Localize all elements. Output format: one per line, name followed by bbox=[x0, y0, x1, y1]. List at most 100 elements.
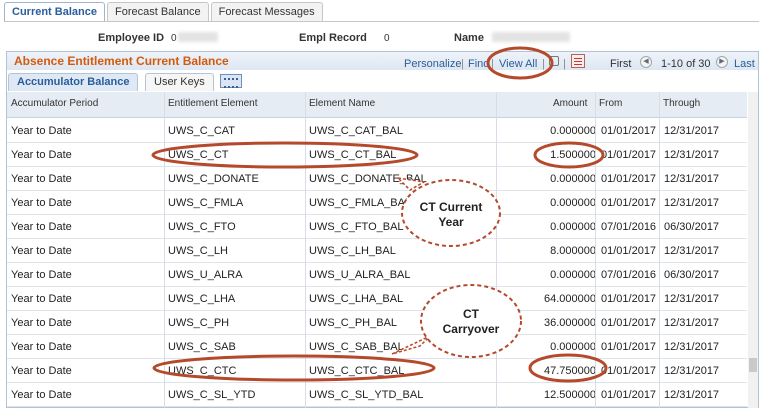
cell-entitlement: UWS_C_PH bbox=[168, 317, 230, 329]
cell-element: UWS_C_LHA_BAL bbox=[309, 293, 404, 305]
cell-element: UWS_C_FTO_BAL bbox=[309, 221, 404, 233]
table-row: Year to Date UWS_U_ALRA UWS_U_ALRA_BAL 0.00… bbox=[7, 263, 747, 287]
cell-entitlement: UWS_C_SAB bbox=[168, 341, 236, 353]
cell-amount: 12.500000 bbox=[544, 389, 596, 401]
first-label: First bbox=[610, 58, 632, 70]
cell-amount: 64.000000 bbox=[544, 293, 596, 305]
last-link[interactable]: Last bbox=[734, 58, 755, 70]
cell-through: 12/31/2017 bbox=[664, 173, 720, 185]
cell-amount: 0.000000 bbox=[550, 173, 596, 185]
cell-from: 07/01/2016 bbox=[601, 221, 657, 233]
cell-amount: 0.000000 bbox=[550, 197, 596, 209]
cell-period: Year to Date bbox=[11, 125, 72, 137]
cell-element: UWS_C_SL_YTD_BAL bbox=[309, 389, 424, 401]
redacted-name bbox=[492, 32, 570, 42]
cell-period: Year to Date bbox=[11, 317, 72, 329]
cell-period: Year to Date bbox=[11, 173, 72, 185]
nav-separator: | bbox=[461, 58, 464, 70]
cell-through: 12/31/2017 bbox=[664, 389, 720, 401]
table-row: Year to Date UWS_C_CT UWS_C_CT_BAL 1.500000… bbox=[7, 143, 747, 167]
cell-amount: 1.500000 bbox=[550, 149, 596, 161]
cell-through: 12/31/2017 bbox=[664, 197, 720, 209]
cell-amount: 36.000000 bbox=[544, 317, 596, 329]
personalize-link[interactable]: Personalize bbox=[404, 58, 461, 70]
table-row: Year to Date UWS_C_LHA UWS_C_LHA_BAL 64.000… bbox=[7, 287, 747, 311]
table-row: Year to Date UWS_C_FTO UWS_C_FTO_BAL 0.0000… bbox=[7, 215, 747, 239]
page-tabs: Current Balance Forecast Balance Forecas… bbox=[4, 2, 325, 22]
view-all-link[interactable]: View All bbox=[499, 58, 537, 70]
tab-forecast-messages[interactable]: Forecast Messages bbox=[210, 2, 323, 22]
cell-entitlement: UWS_C_CT bbox=[168, 149, 229, 161]
cell-element: UWS_C_CAT_BAL bbox=[309, 125, 403, 137]
cell-from: 01/01/2017 bbox=[601, 125, 657, 137]
col-header-amount[interactable]: Amount bbox=[553, 98, 587, 109]
find-link[interactable]: Find bbox=[468, 58, 489, 70]
cell-through: 12/31/2017 bbox=[664, 245, 720, 257]
cell-from: 01/01/2017 bbox=[601, 341, 657, 353]
cell-amount: 0.000000 bbox=[550, 221, 596, 233]
table-header bbox=[7, 92, 747, 118]
nav-separator: | bbox=[542, 58, 545, 70]
nav-separator: | bbox=[491, 58, 494, 70]
tab-forecast-balance[interactable]: Forecast Balance bbox=[106, 2, 209, 22]
col-header-element-name[interactable]: Element Name bbox=[309, 98, 375, 109]
tab-current-balance[interactable]: Current Balance bbox=[4, 2, 105, 22]
cell-period: Year to Date bbox=[11, 341, 72, 353]
column-divider bbox=[595, 92, 596, 408]
cell-period: Year to Date bbox=[11, 293, 72, 305]
cell-entitlement: UWS_C_DONATE bbox=[168, 173, 259, 185]
table-row: Year to Date UWS_C_LH UWS_C_LH_BAL 8.000000… bbox=[7, 239, 747, 263]
cell-amount: 0.000000 bbox=[550, 125, 596, 137]
cell-element: UWS_C_SAB_BAL bbox=[309, 341, 404, 353]
cell-entitlement: UWS_C_LHA bbox=[168, 293, 236, 305]
cell-entitlement: UWS_C_CTC bbox=[168, 365, 237, 377]
cell-element: UWS_C_PH_BAL bbox=[309, 317, 398, 329]
col-header-entitlement[interactable]: Entitlement Element bbox=[168, 98, 258, 109]
cell-element: UWS_C_CT_BAL bbox=[309, 149, 397, 161]
cell-period: Year to Date bbox=[11, 245, 72, 257]
next-arrow-icon[interactable]: ▶ bbox=[716, 56, 728, 68]
cell-element: UWS_C_FMLA_BAL bbox=[309, 197, 412, 209]
table-row: Year to Date UWS_C_SL_YTD UWS_C_SL_YTD_BAL… bbox=[7, 383, 747, 407]
col-header-period[interactable]: Accumulator Period bbox=[11, 98, 98, 109]
cell-amount: 47.750000 bbox=[544, 365, 596, 377]
cell-amount: 8.000000 bbox=[550, 245, 596, 257]
cell-entitlement: UWS_C_FMLA bbox=[168, 197, 244, 209]
cell-entitlement: UWS_C_CAT bbox=[168, 125, 236, 137]
col-header-through[interactable]: Through bbox=[663, 98, 700, 109]
tab-user-keys[interactable]: User Keys bbox=[145, 73, 214, 91]
cell-period: Year to Date bbox=[11, 269, 72, 281]
col-header-from[interactable]: From bbox=[599, 98, 622, 109]
scrollbar-thumb[interactable] bbox=[749, 358, 757, 372]
cell-from: 01/01/2017 bbox=[601, 389, 657, 401]
redacted-employee-id bbox=[178, 32, 218, 42]
cell-element: UWS_C_CTC_BAL bbox=[309, 365, 405, 377]
table-row: Year to Date UWS_C_SAB UWS_C_SAB_BAL 0.0000… bbox=[7, 335, 747, 359]
cell-element: UWS_C_DONATE_BAL bbox=[309, 173, 427, 185]
cell-period: Year to Date bbox=[11, 365, 72, 377]
tab-accumulator-balance[interactable]: Accumulator Balance bbox=[8, 73, 139, 91]
cell-amount: 0.000000 bbox=[550, 269, 596, 281]
table-row: Year to Date UWS_C_CAT UWS_C_CAT_BAL 0.0000… bbox=[7, 119, 747, 143]
table-row: Year to Date UWS_C_DONATE UWS_C_DONATE_BAL… bbox=[7, 167, 747, 191]
cell-entitlement: UWS_C_SL_YTD bbox=[168, 389, 256, 401]
cell-amount: 0.000000 bbox=[550, 341, 596, 353]
column-divider bbox=[659, 92, 660, 408]
show-all-columns-icon[interactable] bbox=[220, 74, 242, 88]
cell-through: 12/31/2017 bbox=[664, 341, 720, 353]
cell-from: 01/01/2017 bbox=[601, 197, 657, 209]
previous-arrow-icon[interactable]: ◀ bbox=[640, 56, 652, 68]
cell-period: Year to Date bbox=[11, 389, 72, 401]
cell-through: 12/31/2017 bbox=[664, 293, 720, 305]
employee-id-value: 0 bbox=[171, 33, 177, 44]
cell-element: UWS_U_ALRA_BAL bbox=[309, 269, 411, 281]
cell-from: 01/01/2017 bbox=[601, 245, 657, 257]
cell-entitlement: UWS_U_ALRA bbox=[168, 269, 243, 281]
cell-period: Year to Date bbox=[11, 197, 72, 209]
grid-title: Absence Entitlement Current Balance bbox=[14, 54, 229, 68]
cell-from: 01/01/2017 bbox=[601, 365, 657, 377]
zoom-icon[interactable] bbox=[549, 56, 559, 66]
download-grid-icon[interactable] bbox=[571, 54, 585, 68]
empl-record-value: 0 bbox=[384, 33, 390, 44]
empl-record-label: Empl Record bbox=[299, 32, 367, 44]
